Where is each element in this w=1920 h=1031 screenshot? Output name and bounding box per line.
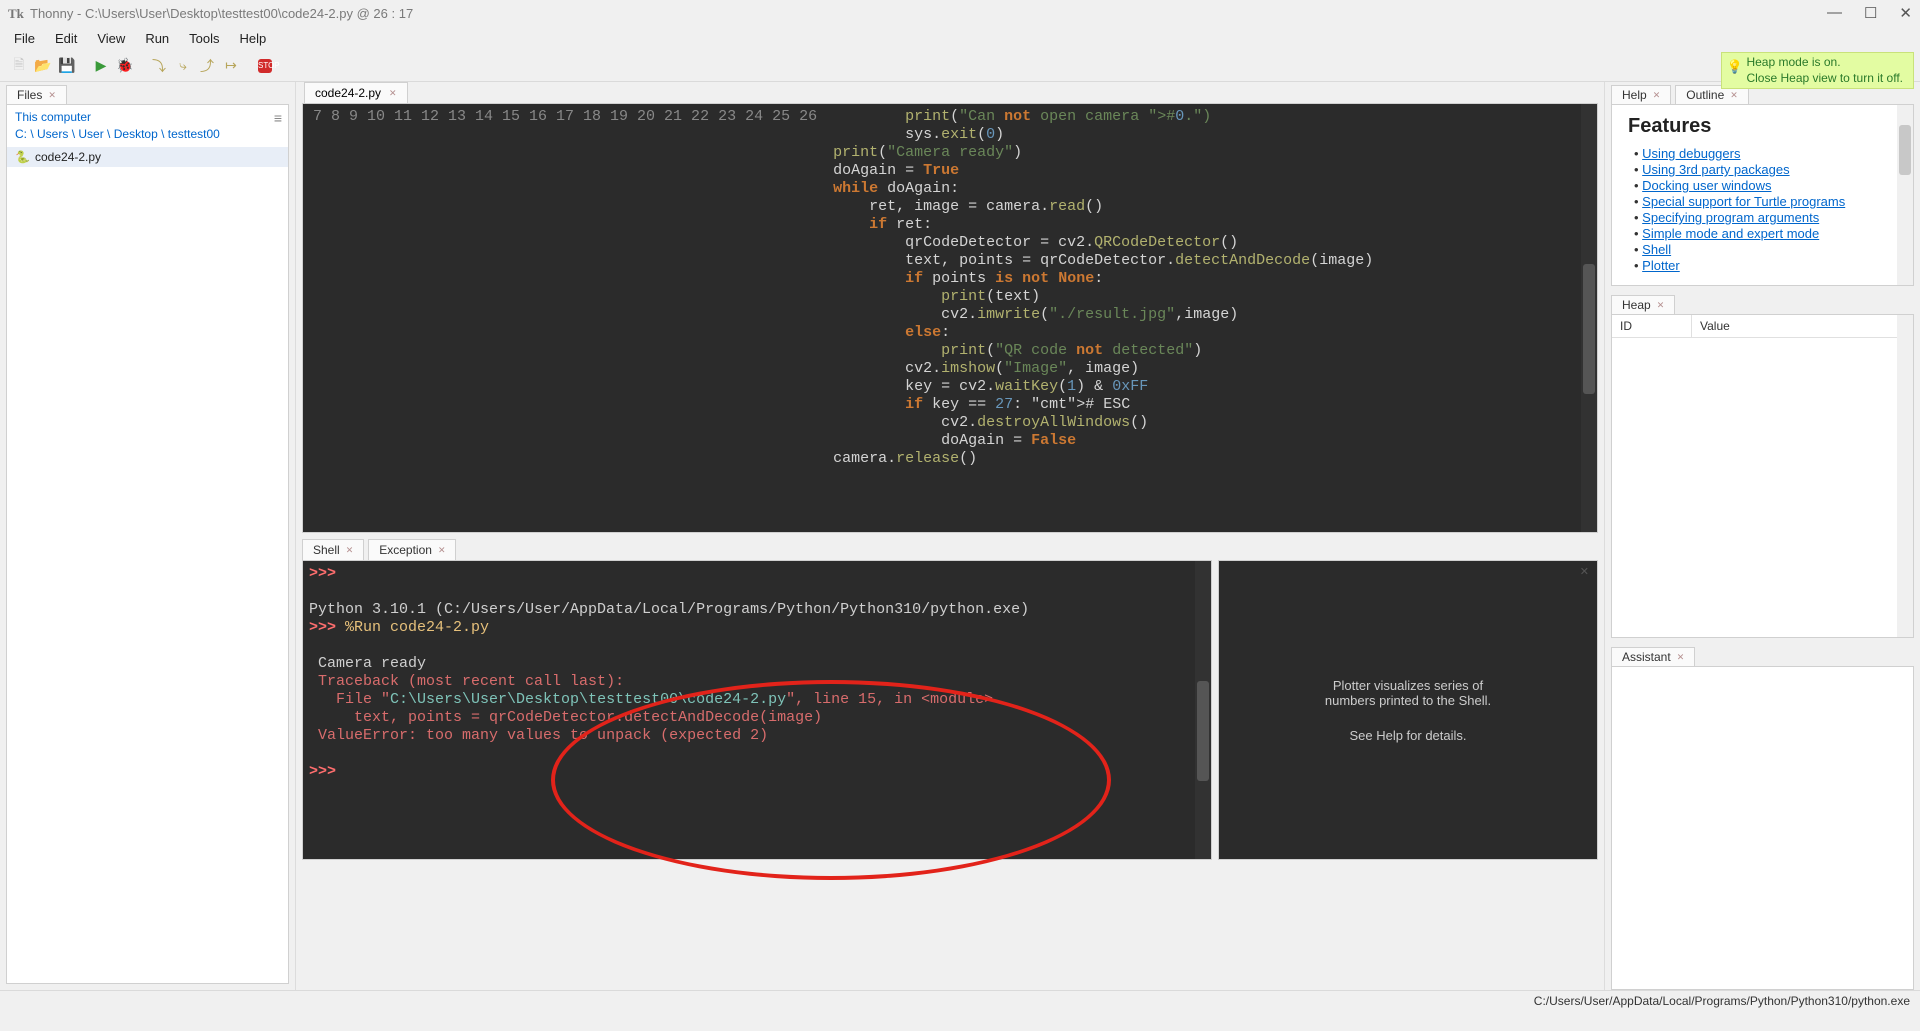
close-icon[interactable]: ✕ (1657, 300, 1665, 311)
help-heading: Features (1628, 115, 1897, 138)
assistant-tab[interactable]: Assistant✕ (1611, 647, 1695, 666)
python-file-icon: 🐍 (15, 150, 29, 164)
files-panel-tab[interactable]: Files✕ (6, 85, 67, 104)
shell-panel[interactable]: >>> Python 3.10.1 (C:/Users/User/AppData… (302, 560, 1212, 860)
files-root-link[interactable]: This computer (15, 110, 91, 124)
heap-tab[interactable]: Heap✕ (1611, 295, 1675, 314)
plotter-text: See Help for details. (1349, 728, 1466, 743)
files-list-item[interactable]: 🐍 code24-2.py (7, 147, 288, 167)
menu-run[interactable]: Run (135, 29, 179, 48)
editor-gutter: 7 8 9 10 11 12 13 14 15 16 17 18 19 20 2… (303, 104, 827, 532)
help-tab[interactable]: Help✕ (1611, 85, 1671, 104)
window-close-icon[interactable]: ✕ (1899, 4, 1912, 22)
statusbar: C:/Users/User/AppData/Local/Programs/Pyt… (0, 990, 1920, 1010)
app-icon: Tk (8, 6, 22, 20)
heap-mode-notice: Heap mode is on. Close Heap view to turn… (1721, 52, 1914, 89)
stop-button[interactable]: STOP (254, 55, 276, 77)
files-item-name: code24-2.py (35, 150, 101, 164)
status-interpreter-path: C:/Users/User/AppData/Local/Programs/Pyt… (1534, 994, 1910, 1008)
help-link[interactable]: Plotter (1642, 258, 1680, 273)
help-link[interactable]: Simple mode and expert mode (1642, 226, 1819, 241)
menu-edit[interactable]: Edit (45, 29, 87, 48)
step-out-button[interactable]: ⤴ (196, 55, 218, 77)
toolbar: 🗎 📂 💾 ▶ 🐞 ⤵ ⤷ ⤴ ↦ STOP Heap mode is on. … (0, 50, 1920, 82)
window-maximize-icon[interactable]: ☐ (1864, 4, 1877, 22)
files-panel: This computer C: \ Users \ User \ Deskto… (6, 104, 289, 984)
close-icon[interactable]: ✕ (48, 90, 56, 101)
resume-button[interactable]: ↦ (220, 55, 242, 77)
files-menu-icon[interactable]: ≡ (274, 109, 280, 129)
new-file-button[interactable]: 🗎 (8, 55, 30, 77)
assistant-panel (1611, 666, 1914, 990)
plotter-text: numbers printed to the Shell. (1325, 693, 1491, 708)
help-link[interactable]: Specifying program arguments (1642, 210, 1819, 225)
help-scrollbar[interactable] (1897, 105, 1913, 285)
close-icon[interactable]: ✕ (1677, 652, 1685, 663)
exception-tab[interactable]: Exception✕ (368, 539, 456, 560)
close-icon[interactable]: ✕ (1653, 90, 1661, 101)
plotter-panel: ✕ Plotter visualizes series of numbers p… (1218, 560, 1598, 860)
help-link[interactable]: Special support for Turtle programs (1642, 194, 1845, 209)
editor-scrollbar[interactable] (1581, 104, 1597, 532)
files-path-crumbs[interactable]: C: \ Users \ User \ Desktop \ testtest00 (15, 126, 220, 143)
menu-tools[interactable]: Tools (179, 29, 229, 48)
menubar: File Edit View Run Tools Help (0, 26, 1920, 50)
close-icon[interactable]: ✕ (389, 88, 397, 99)
heap-col-id: ID (1612, 315, 1692, 337)
shell-tab[interactable]: Shell✕ (302, 539, 364, 560)
close-icon[interactable]: ✕ (1580, 565, 1589, 578)
editor-tab[interactable]: code24-2.py✕ (304, 82, 408, 103)
help-link[interactable]: Using 3rd party packages (1642, 162, 1789, 177)
window-minimize-icon[interactable]: — (1827, 4, 1842, 22)
save-file-button[interactable]: 💾 (56, 55, 78, 77)
code-editor[interactable]: 7 8 9 10 11 12 13 14 15 16 17 18 19 20 2… (302, 103, 1598, 533)
heap-panel: ID Value (1611, 314, 1914, 638)
debug-button[interactable]: 🐞 (114, 55, 136, 77)
help-link[interactable]: Shell (1642, 242, 1671, 257)
heap-scrollbar[interactable] (1897, 315, 1913, 637)
plotter-text: Plotter visualizes series of (1333, 678, 1483, 693)
code-content: print("Can not open camera ">#0.") sys.e… (827, 104, 1373, 532)
shell-scrollbar[interactable] (1195, 561, 1211, 859)
menu-file[interactable]: File (4, 29, 45, 48)
close-icon[interactable]: ✕ (1730, 90, 1738, 101)
help-panel: Features Using debuggersUsing 3rd party … (1611, 104, 1914, 286)
menu-help[interactable]: Help (230, 29, 277, 48)
open-file-button[interactable]: 📂 (32, 55, 54, 77)
step-into-button[interactable]: ⤷ (172, 55, 194, 77)
close-icon[interactable]: ✕ (346, 545, 354, 556)
close-icon[interactable]: ✕ (438, 545, 446, 556)
window-titlebar: Tk Thonny - C:\Users\User\Desktop\testte… (0, 0, 1920, 26)
run-button[interactable]: ▶ (90, 55, 112, 77)
window-title: Thonny - C:\Users\User\Desktop\testtest0… (30, 6, 413, 21)
heap-col-value: Value (1692, 315, 1738, 337)
help-link[interactable]: Docking user windows (1642, 178, 1771, 193)
menu-view[interactable]: View (87, 29, 135, 48)
step-over-button[interactable]: ⤵ (148, 55, 170, 77)
help-link[interactable]: Using debuggers (1642, 146, 1740, 161)
